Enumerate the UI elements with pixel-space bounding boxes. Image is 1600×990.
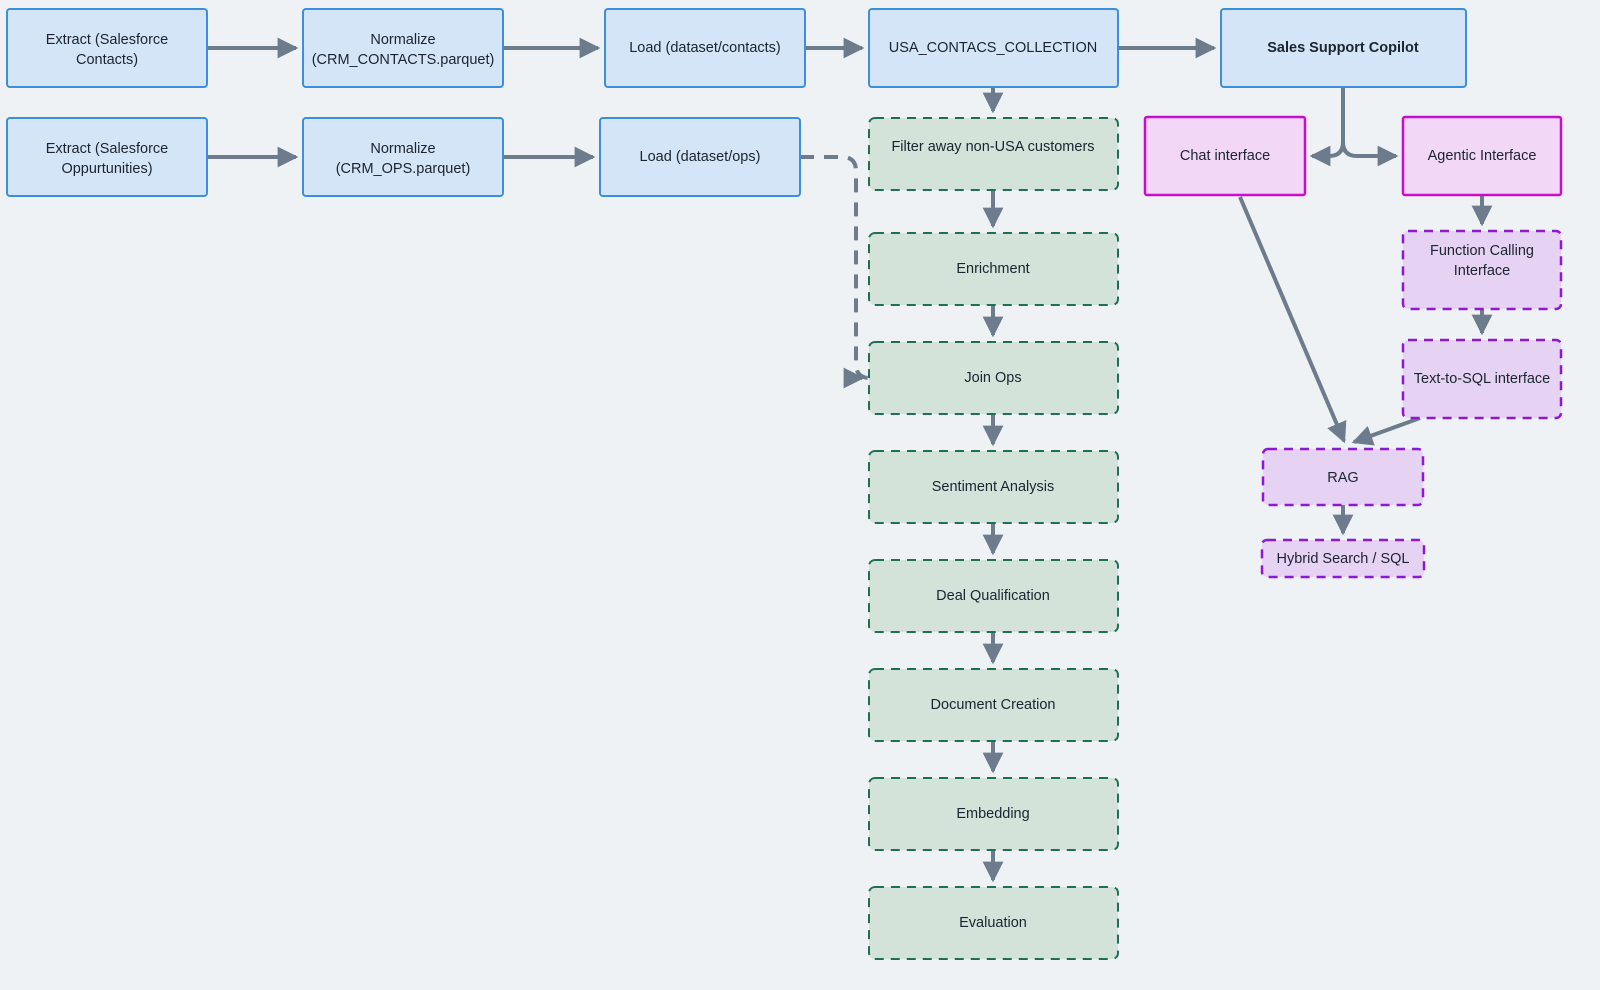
edge-text-to-sql-to-rag [1351, 416, 1421, 446]
edge-copilot-to-agentic-interface [1341, 87, 1399, 167]
node-rag[interactable]: RAG [1261, 447, 1425, 507]
flowchart-canvas: Extract (Salesforce Contacts) Extract (S… [6, 8, 1563, 960]
node-evaluation[interactable]: Evaluation [868, 886, 1119, 960]
node-extract-opportunities[interactable]: Extract (Salesforce Oppurtunities) [6, 117, 208, 197]
node-load-ops[interactable]: Load (dataset/ops) [599, 117, 801, 197]
node-sales-support-copilot[interactable]: Sales Support Copilot [1220, 8, 1467, 88]
node-extract-contacts[interactable]: Extract (Salesforce Contacts) [6, 8, 208, 88]
node-filter-away-non-usa-customers[interactable]: Filter away non-USA customers [868, 117, 1119, 191]
node-document-creation[interactable]: Document Creation [868, 668, 1119, 742]
node-join-ops[interactable]: Join Ops [868, 341, 1119, 415]
node-deal-qualification[interactable]: Deal Qualification [868, 559, 1119, 633]
node-text-to-sql-interface[interactable]: Text-to-SQL interface [1401, 338, 1563, 420]
node-normalize-ops[interactable]: Normalize (CRM_OPS.parquet) [302, 117, 504, 197]
node-load-contacts[interactable]: Load (dataset/contacts) [604, 8, 806, 88]
node-usa-contacs-collection[interactable]: USA_CONTACS_COLLECTION [868, 8, 1119, 88]
node-embedding[interactable]: Embedding [868, 777, 1119, 851]
node-function-calling-interface[interactable]: Function Calling Interface [1401, 229, 1563, 311]
node-enrichment[interactable]: Enrichment [868, 232, 1119, 306]
node-hybrid-search-sql[interactable]: Hybrid Search / SQL [1260, 538, 1426, 579]
edge-chat-interface-to-rag [1238, 196, 1347, 444]
edge-load-ops-to-join-ops [800, 155, 871, 380]
node-normalize-contacts[interactable]: Normalize (CRM_CONTACTS.parquet) [302, 8, 504, 88]
node-agentic-interface[interactable]: Agentic Interface [1401, 115, 1563, 197]
edge-copilot-to-chat-interface [1309, 87, 1345, 167]
node-sentiment-analysis[interactable]: Sentiment Analysis [868, 450, 1119, 524]
node-chat-interface[interactable]: Chat interface [1143, 115, 1307, 197]
